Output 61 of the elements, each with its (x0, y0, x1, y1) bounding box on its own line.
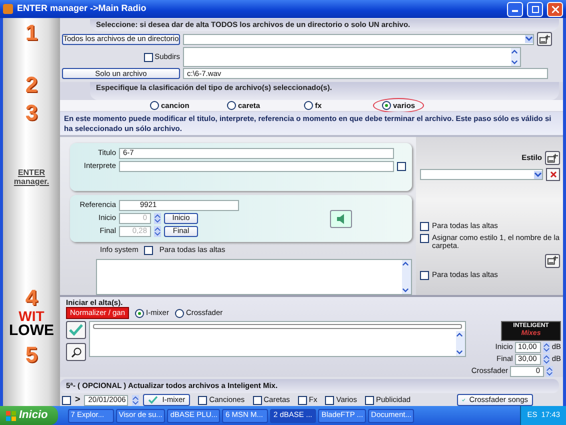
radio-button[interactable] (150, 101, 159, 110)
scroll-down-icon[interactable] (402, 287, 409, 294)
step-number: 1 (25, 22, 38, 44)
step-number: 2 (25, 74, 38, 96)
window-title: ENTER manager ->Main Radio (17, 4, 148, 14)
search-icon (70, 346, 82, 358)
scroll-down-icon[interactable] (511, 59, 518, 66)
checkmark-icon (148, 396, 158, 404)
checkbox[interactable] (198, 396, 208, 405)
maximize-icon (532, 6, 538, 12)
windows-logo-icon (6, 410, 16, 420)
checkbox[interactable] (325, 396, 334, 405)
checkbox[interactable] (397, 162, 406, 171)
radio-button[interactable] (304, 101, 313, 110)
checkmark-icon (69, 324, 83, 336)
checkbox[interactable] (144, 246, 154, 255)
minimize-button[interactable] (507, 2, 523, 16)
spin-arrows-icon[interactable] (542, 342, 550, 353)
step-number: 3 (25, 102, 38, 124)
checkbox[interactable] (420, 222, 429, 231)
close-icon (552, 6, 558, 12)
scroll-down-icon[interactable] (456, 349, 463, 356)
brand-label: ENTER manager. (12, 169, 50, 187)
spin-arrows-icon[interactable] (546, 366, 553, 377)
checkbox[interactable] (252, 396, 262, 405)
checkbox[interactable] (144, 52, 153, 62)
logo-text: WIT (18, 308, 44, 323)
checkbox[interactable] (298, 396, 307, 405)
close-button[interactable] (547, 2, 563, 16)
app-icon (3, 4, 13, 14)
spin-arrows-icon[interactable] (154, 213, 161, 224)
radio-button[interactable] (174, 308, 184, 318)
speaker-icon (336, 214, 346, 224)
checkbox[interactable] (62, 396, 71, 405)
maximize-button[interactable] (527, 2, 543, 16)
search-button[interactable] (66, 343, 86, 362)
speaker-button[interactable] (330, 210, 352, 228)
interpreter-field[interactable] (119, 161, 394, 172)
logo-text: LOWE (9, 322, 54, 338)
comparison-sign: > (75, 395, 80, 406)
radio-button[interactable] (135, 308, 144, 318)
radio-button[interactable] (227, 101, 236, 110)
scroll-up-icon[interactable] (402, 260, 409, 267)
spin-arrows-icon[interactable] (542, 354, 550, 365)
delete-icon[interactable] (546, 168, 560, 181)
confirm-button[interactable] (66, 321, 86, 340)
add-item-icon[interactable] (545, 254, 560, 268)
add-item-icon[interactable] (537, 32, 552, 46)
spin-arrows-icon[interactable] (132, 394, 140, 406)
dropdown-arrow-icon[interactable] (534, 170, 542, 178)
dropdown-arrow-icon[interactable] (525, 35, 533, 44)
add-item-icon[interactable] (545, 151, 560, 165)
step-number: 5 (25, 344, 38, 366)
checkbox[interactable] (420, 270, 429, 280)
radio-button[interactable] (382, 101, 391, 110)
checkbox[interactable] (364, 396, 374, 405)
checkbox[interactable] (420, 234, 429, 243)
scroll-up-icon[interactable] (511, 48, 518, 56)
step-number: 4 (25, 286, 38, 309)
scroll-up-icon[interactable] (456, 331, 463, 338)
spin-arrows-icon[interactable] (154, 226, 161, 237)
